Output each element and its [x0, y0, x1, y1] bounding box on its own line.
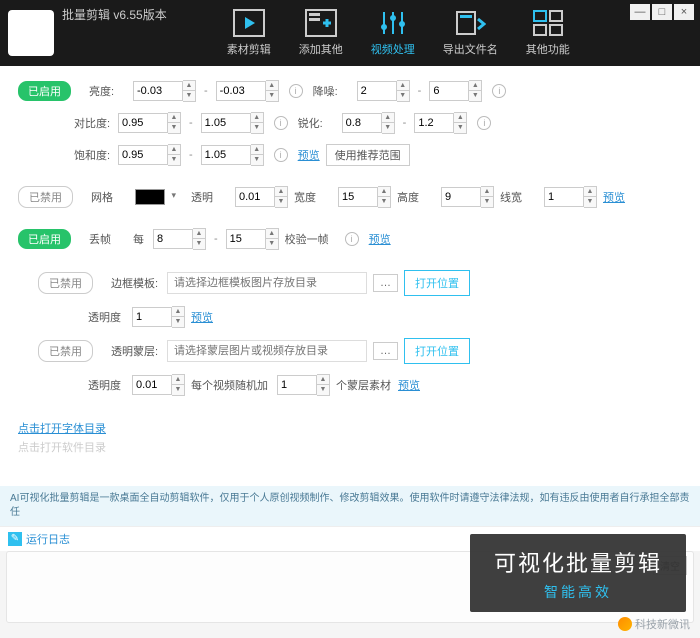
maximize-button[interactable]: □: [652, 4, 672, 20]
info-icon[interactable]: i: [289, 84, 303, 98]
noise-lo[interactable]: ▲▼: [357, 80, 410, 102]
label-unit: 个蒙层素材: [336, 377, 392, 393]
label-grid: 网格: [91, 189, 129, 205]
info-icon[interactable]: i: [477, 116, 491, 130]
label-height: 高度: [397, 189, 435, 205]
nav-other[interactable]: 其他功能: [526, 9, 570, 57]
drop-lo[interactable]: ▲▼: [153, 228, 206, 250]
info-icon[interactable]: i: [492, 84, 506, 98]
mask-count[interactable]: ▲▼: [277, 374, 330, 396]
border-path[interactable]: [167, 272, 367, 294]
label-transparency: 透明度: [88, 309, 126, 325]
label-saturation: 饱和度:: [74, 147, 112, 163]
log-title: 运行日志: [26, 531, 70, 547]
preview-link[interactable]: 预览: [398, 377, 420, 393]
minimize-button[interactable]: —: [630, 4, 650, 20]
promo-overlay: 可视化批量剪辑 智能高效: [470, 534, 686, 612]
grid-linewidth[interactable]: ▲▼: [544, 186, 597, 208]
label-width: 宽度: [294, 189, 332, 205]
label-sharpen: 锐化:: [298, 115, 336, 131]
contrast-lo[interactable]: ▲▼: [118, 112, 181, 134]
label-transparency: 透明度: [88, 377, 126, 393]
label-linewidth: 线宽: [500, 189, 538, 205]
mask-opacity[interactable]: ▲▼: [132, 374, 185, 396]
grid-opacity[interactable]: ▲▼: [235, 186, 288, 208]
toggle-dropframe[interactable]: 已启用: [18, 229, 71, 249]
sat-lo[interactable]: ▲▼: [118, 144, 181, 166]
info-icon[interactable]: i: [274, 148, 288, 162]
disabled-link: 点击打开软件目录: [18, 439, 682, 455]
watermark: 科技新微讯: [618, 616, 690, 632]
nav-material[interactable]: 素材剪辑: [227, 9, 271, 57]
label-bordertpl: 边框模板:: [111, 275, 161, 291]
open-location-button[interactable]: 打开位置: [404, 338, 470, 364]
brightness-lo[interactable]: ▲▼: [133, 80, 196, 102]
label-dropframe: 丢帧: [89, 231, 127, 247]
recommend-button[interactable]: 使用推荐范围: [326, 144, 410, 166]
sharpen-hi[interactable]: ▲▼: [414, 112, 467, 134]
toggle-grid[interactable]: 已禁用: [18, 186, 73, 208]
label-per: 每: [133, 231, 147, 247]
grid-color[interactable]: [135, 189, 165, 205]
close-button[interactable]: ×: [674, 4, 694, 20]
contrast-hi[interactable]: ▲▼: [201, 112, 264, 134]
log-icon: ✎: [8, 532, 22, 546]
border-opacity[interactable]: ▲▼: [132, 306, 185, 328]
nav-export[interactable]: 导出文件名: [443, 9, 498, 57]
grid-height[interactable]: ▲▼: [441, 186, 494, 208]
app-title: 批量剪辑 v6.55版本: [62, 6, 167, 23]
info-icon[interactable]: i: [274, 116, 288, 130]
info-icon[interactable]: i: [345, 232, 359, 246]
brightness-hi[interactable]: ▲▼: [216, 80, 279, 102]
sat-hi[interactable]: ▲▼: [201, 144, 264, 166]
noise-hi[interactable]: ▲▼: [429, 80, 482, 102]
titlebar: 批量剪辑 v6.55版本 素材剪辑 添加其他 视频处理 导出文件名 其他功能 —…: [0, 0, 700, 66]
content-area: 已启用 亮度: ▲▼ - ▲▼ i 降噪: ▲▼ - ▲▼ i 对比度: ▲▼ …: [0, 66, 700, 486]
drop-hi[interactable]: ▲▼: [226, 228, 279, 250]
toggle-border[interactable]: 已禁用: [38, 272, 93, 294]
label-checkone: 校验一帧: [285, 231, 335, 247]
grid-width[interactable]: ▲▼: [338, 186, 391, 208]
nav-process[interactable]: 视频处理: [371, 9, 415, 57]
preview-link[interactable]: 预览: [369, 231, 391, 247]
browse-button[interactable]: …: [373, 342, 398, 360]
mask-path[interactable]: [167, 340, 367, 362]
toggle-color[interactable]: 已启用: [18, 81, 71, 101]
open-location-button[interactable]: 打开位置: [404, 270, 470, 296]
toggle-mask[interactable]: 已禁用: [38, 340, 93, 362]
overlay-subtitle: 智能高效: [494, 582, 662, 602]
nav-add[interactable]: 添加其他: [299, 9, 343, 57]
disclaimer-text: AI可视化批量剪辑是一款桌面全自动剪辑软件，仅用于个人原创视频制作、修改剪辑效果…: [0, 486, 700, 526]
preview-link[interactable]: 预览: [298, 147, 320, 163]
label-overlay: 透明蒙层:: [111, 343, 161, 359]
preview-link[interactable]: 预览: [603, 189, 625, 205]
label-noise: 降噪:: [313, 83, 351, 99]
overlay-title: 可视化批量剪辑: [494, 546, 662, 578]
app-logo: [8, 10, 54, 56]
preview-link[interactable]: 预览: [191, 309, 213, 325]
sharpen-lo[interactable]: ▲▼: [342, 112, 395, 134]
label-contrast: 对比度:: [74, 115, 112, 131]
label-eachvid: 每个视频随机加: [191, 377, 271, 393]
label-opacity: 透明: [191, 189, 229, 205]
open-font-dir-link[interactable]: 点击打开字体目录: [18, 420, 682, 436]
label-brightness: 亮度:: [89, 83, 127, 99]
browse-button[interactable]: …: [373, 274, 398, 292]
